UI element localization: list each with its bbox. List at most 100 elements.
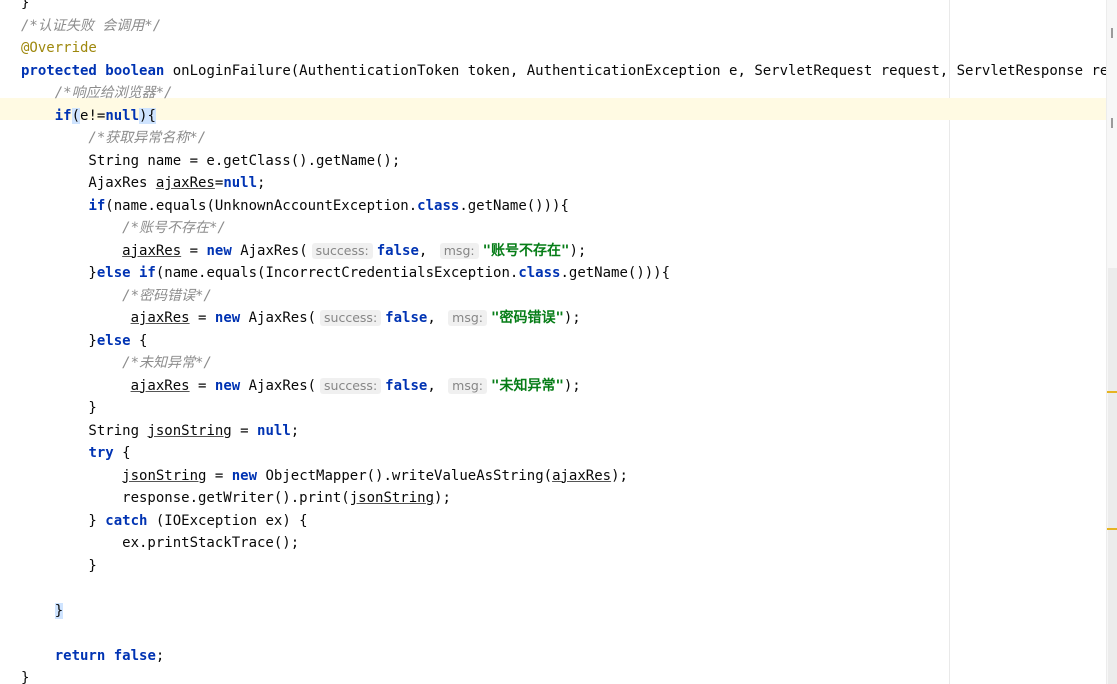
code-line[interactable]: ajaxRes = new AjaxRes(success: false, msg…: [21, 240, 586, 262]
code-token: .getName())){: [459, 197, 569, 214]
code-line[interactable]: /*密码错误*/: [21, 285, 212, 307]
code-token: }: [21, 400, 97, 416]
code-token: =: [181, 242, 207, 259]
code-token: );: [563, 377, 581, 394]
code-line[interactable]: if(e!=null){: [21, 105, 156, 127]
code-token: catch: [105, 512, 148, 529]
vertical-scrollbar[interactable]: [1106, 0, 1117, 684]
code-line[interactable]: ajaxRes = new AjaxRes(success: false, msg…: [21, 307, 581, 329]
code-token: String: [21, 422, 148, 439]
code-token: =: [206, 467, 232, 484]
code-line[interactable]: if(name.equals(UnknownAccountException.c…: [21, 195, 569, 217]
code-token: new: [214, 377, 241, 394]
code-token: ,: [427, 310, 445, 326]
code-editor[interactable]: } /*认证失败 会调用*/ @Override protected boolean …: [0, 0, 1106, 684]
code-token: false: [385, 377, 428, 394]
code-line[interactable]: }: [21, 600, 64, 622]
code-line[interactable]: jsonString = new ObjectMapper().writeVal…: [21, 465, 628, 487]
code-token: boolean: [105, 62, 165, 79]
code-line[interactable]: String jsonString = null;: [21, 420, 299, 442]
code-token: class: [518, 265, 561, 281]
code-token: /*响应给浏览器*/: [21, 85, 173, 101]
code-line[interactable]: ex.printStackTrace();: [21, 532, 299, 554]
code-token: return: [54, 647, 106, 664]
code-line[interactable]: /*获取异常名称*/: [21, 127, 206, 149]
warning-marker[interactable]: [1107, 528, 1117, 530]
code-line[interactable]: /*响应给浏览器*/: [21, 82, 173, 104]
code-line[interactable]: /*未知异常*/: [21, 352, 212, 374]
side-panel-tab-icon[interactable]: [1111, 28, 1117, 38]
code-line[interactable]: }else {: [21, 330, 147, 352]
code-token: if: [88, 197, 106, 214]
code-token: AjaxRes(: [231, 242, 308, 259]
code-line[interactable]: try {: [21, 442, 130, 464]
code-token: new: [231, 467, 258, 484]
code-token: null: [257, 422, 291, 439]
code-token: e!=: [80, 107, 106, 124]
code-token: jsonString: [147, 422, 232, 439]
code-token: (: [71, 107, 81, 124]
code-token: =: [189, 310, 215, 326]
code-token: ajaxRes: [122, 242, 182, 259]
code-token: class: [417, 197, 460, 214]
code-token: response.getWriter().print(: [21, 490, 350, 506]
code-line[interactable]: response.getWriter().print(jsonString);: [21, 487, 451, 509]
code-token: false: [113, 647, 156, 664]
code-line[interactable]: }: [21, 397, 97, 419]
code-line[interactable]: /*认证失败 会调用*/: [21, 15, 161, 37]
code-token: jsonString: [349, 490, 435, 506]
code-token: /*密码错误*/: [21, 287, 212, 304]
scrollbar-thumb[interactable]: [1108, 268, 1117, 684]
parameter-hint: success:: [311, 242, 373, 259]
parameter-hint: msg:: [439, 242, 479, 259]
code-token: ;: [257, 175, 266, 191]
parameter-hint: success:: [320, 310, 382, 326]
code-token: protected: [21, 62, 97, 79]
warning-marker[interactable]: [1107, 391, 1117, 393]
code-token: }: [21, 670, 30, 684]
code-line[interactable]: return false;: [21, 645, 165, 667]
code-token: ajaxRes: [155, 175, 215, 191]
code-line[interactable]: }: [21, 0, 29, 14]
code-token: ajaxRes: [130, 377, 190, 394]
code-token: null: [105, 107, 140, 124]
code-token: }: [21, 512, 106, 529]
code-token: if: [54, 107, 72, 124]
side-panel-tab-icon[interactable]: [1111, 118, 1117, 128]
code-token: ;: [290, 422, 300, 439]
code-token: String name = e.getClass().getName();: [21, 152, 401, 169]
code-token: }: [54, 602, 64, 619]
parameter-hint: success:: [320, 377, 382, 394]
code-line[interactable]: /*账号不存在*/: [21, 217, 226, 239]
code-token: "未知异常": [491, 377, 564, 394]
code-token: false: [385, 310, 428, 326]
code-token: =: [231, 422, 258, 439]
code-line[interactable]: }: [21, 667, 29, 684]
code-token: ajaxRes: [552, 467, 612, 484]
code-line[interactable]: protected boolean onLoginFailure(Authent…: [21, 60, 1106, 82]
code-token: try: [88, 445, 114, 461]
code-line[interactable]: ajaxRes = new AjaxRes(success: false, msg…: [21, 375, 581, 397]
code-line[interactable]: AjaxRes ajaxRes=null;: [21, 172, 265, 194]
code-token: "账号不存在": [482, 242, 570, 259]
code-line[interactable]: @Override: [21, 37, 97, 59]
code-token: onLoginFailure(AuthenticationToken token…: [164, 62, 1106, 79]
code-token: );: [434, 490, 451, 506]
code-token: AjaxRes(: [240, 310, 317, 326]
code-line[interactable]: String name = e.getClass().getName();: [21, 150, 400, 172]
code-token: /*获取异常名称*/: [21, 130, 207, 146]
code-token: false: [376, 242, 419, 259]
code-line[interactable]: } catch (IOException ex) {: [21, 510, 307, 532]
code-token: );: [611, 467, 628, 484]
code-line[interactable]: }: [21, 555, 96, 577]
code-line[interactable]: }else if(name.equals(IncorrectCredential…: [21, 262, 670, 284]
